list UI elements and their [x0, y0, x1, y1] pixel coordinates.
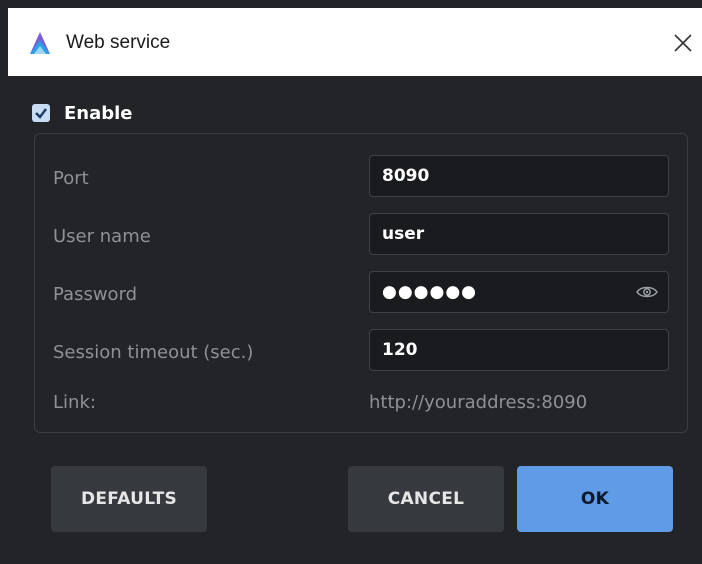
defaults-button[interactable]: DEFAULTS [51, 466, 207, 532]
password-input[interactable]: ●●●●●● [369, 271, 669, 313]
title-bar: Web service [8, 8, 702, 76]
port-value: 8090 [382, 166, 430, 186]
session-timeout-input[interactable]: 120 [369, 329, 669, 371]
password-value: ●●●●●● [382, 282, 478, 302]
enable-checkbox[interactable]: Enable [32, 100, 133, 126]
settings-group: Port 8090 User name user Password ●●●●●●… [34, 133, 688, 433]
web-service-dialog: Web service Enable Port 8090 User name u… [8, 8, 702, 564]
eye-icon[interactable] [636, 284, 658, 300]
enable-label: Enable [64, 102, 133, 124]
link-label: Link: [53, 392, 96, 413]
ok-button[interactable]: OK [517, 466, 673, 532]
session-timeout-label: Session timeout (sec.) [53, 342, 254, 363]
app-logo-icon [30, 32, 50, 54]
cancel-button[interactable]: CANCEL [348, 466, 504, 532]
password-label: Password [53, 284, 138, 305]
user-name-value: user [382, 224, 425, 244]
user-name-label: User name [53, 226, 151, 247]
checkbox-box[interactable] [32, 104, 50, 122]
window-title: Web service [66, 32, 171, 53]
port-input[interactable]: 8090 [369, 155, 669, 197]
user-name-input[interactable]: user [369, 213, 669, 255]
link-value[interactable]: http://youraddress:8090 [369, 392, 587, 413]
close-icon[interactable] [672, 32, 694, 54]
session-timeout-value: 120 [382, 340, 418, 360]
port-label: Port [53, 168, 89, 189]
checkmark-icon [35, 108, 47, 119]
